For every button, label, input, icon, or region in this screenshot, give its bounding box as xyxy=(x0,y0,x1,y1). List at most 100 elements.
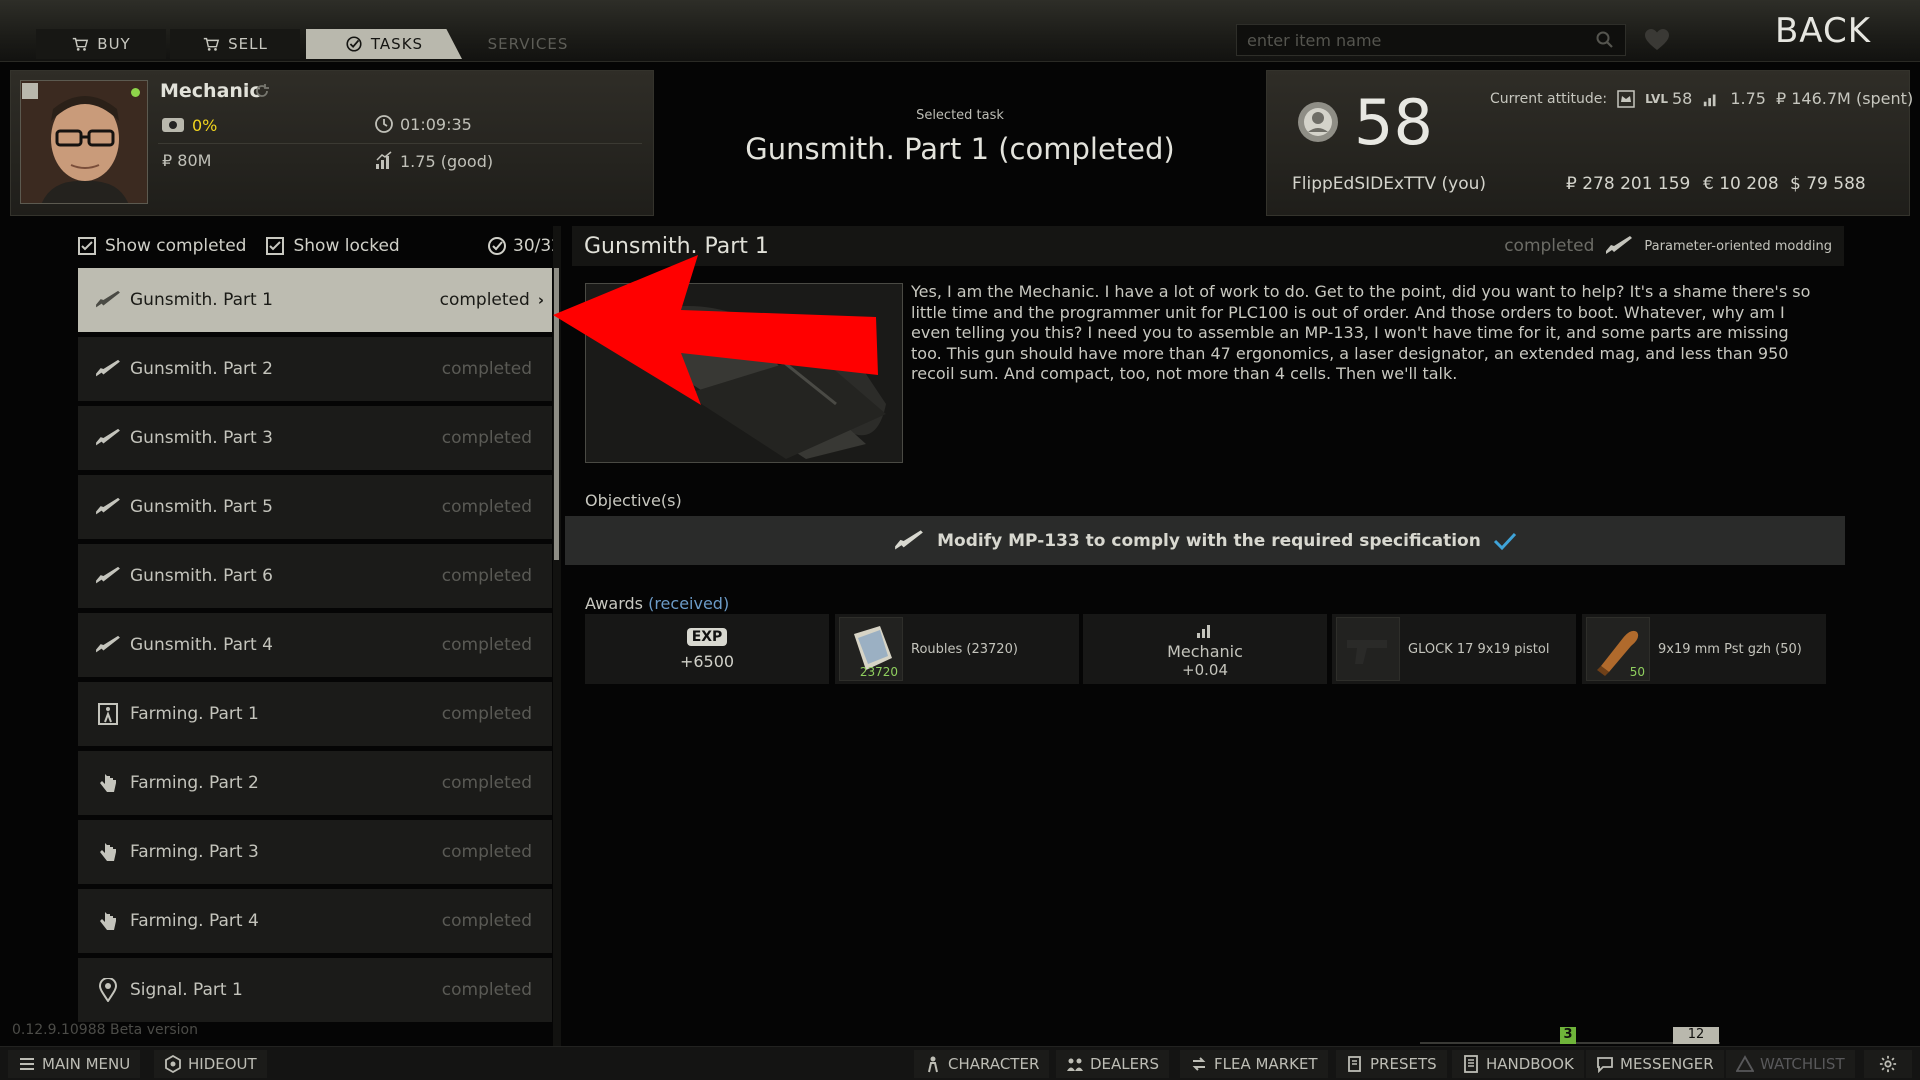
current-attitude: Current attitude: LVL 58 1.75 ₽ 146.7M (s… xyxy=(1490,89,1913,108)
objectives-label: Objective(s) xyxy=(585,491,682,510)
roubles-icon: 23720 xyxy=(839,617,903,681)
show-locked-toggle[interactable]: Show locked xyxy=(266,236,400,256)
divider xyxy=(158,143,642,144)
player-roubles: ₽ 278 201 159 xyxy=(1566,174,1691,194)
rifle-icon xyxy=(94,631,122,659)
nav-character[interactable]: CHARACTER xyxy=(914,1050,1050,1078)
hand-icon xyxy=(94,769,122,797)
tab-buy[interactable]: BUY xyxy=(36,29,166,59)
award-ammo[interactable]: 50 9x19 mm Pst gzh (50) xyxy=(1582,614,1826,684)
task-row-status: completed xyxy=(441,359,532,379)
tab-services[interactable]: SERVICES xyxy=(470,29,586,59)
pistol-icon xyxy=(1336,617,1400,681)
nav-main-menu[interactable]: MAIN MENU xyxy=(8,1050,141,1078)
attitude-label: Current attitude: xyxy=(1490,90,1608,107)
nav-flea-market[interactable]: FLEA MARKET xyxy=(1180,1050,1328,1078)
menu-icon xyxy=(20,1058,34,1070)
show-completed-checkbox[interactable] xyxy=(78,237,96,255)
tab-sell[interactable]: SELL xyxy=(170,29,300,59)
tab-tasks[interactable]: TASKS xyxy=(306,29,462,59)
player-level: 58 xyxy=(1354,86,1433,159)
show-completed-toggle[interactable]: Show completed xyxy=(78,236,246,256)
nav-watchlist-label: WATCHLIST xyxy=(1760,1055,1845,1073)
award-exp-value: +6500 xyxy=(679,651,735,671)
award-roubles[interactable]: 23720 Roubles (23720) xyxy=(835,614,1079,684)
task-row-status: completed xyxy=(439,290,530,310)
award-glock[interactable]: GLOCK 17 9x19 pistol xyxy=(1332,614,1576,684)
chevron-right-icon: › xyxy=(537,291,544,309)
task-row[interactable]: Gunsmith. Part 4 completed xyxy=(78,613,552,677)
map-pin-icon xyxy=(94,976,122,1004)
standing-icon xyxy=(1704,94,1716,106)
objective-row: Modify MP-133 to comply with the require… xyxy=(565,516,1845,565)
task-row[interactable]: Gunsmith. Part 6 completed xyxy=(78,544,552,608)
rifle-icon xyxy=(895,529,924,550)
search-input[interactable] xyxy=(1247,30,1595,50)
task-row-name: Gunsmith. Part 5 xyxy=(130,497,273,517)
task-row[interactable]: Farming. Part 4 completed xyxy=(78,889,552,953)
task-row-name: Farming. Part 4 xyxy=(130,911,259,931)
selected-task-label: Selected task xyxy=(916,108,1004,123)
hand-icon xyxy=(94,907,122,935)
task-row[interactable]: Farming. Part 1 completed xyxy=(78,682,552,746)
task-list: Gunsmith. Part 1 completed › Gunsmith. Part… xyxy=(78,268,552,1044)
rifle-icon xyxy=(94,286,122,314)
character-icon xyxy=(928,1056,938,1073)
task-row[interactable]: Gunsmith. Part 2 completed xyxy=(78,337,552,401)
task-row[interactable]: Signal. Part 1 completed xyxy=(78,958,552,1022)
heart-icon[interactable] xyxy=(1644,28,1670,52)
online-status-dot xyxy=(131,88,140,97)
nav-handbook-label: HANDBOOK xyxy=(1486,1055,1574,1073)
task-row[interactable]: Farming. Part 3 completed xyxy=(78,820,552,884)
award-ammo-qty: 50 xyxy=(1629,665,1645,679)
nav-character-label: CHARACTER xyxy=(948,1055,1040,1073)
trader-standing-value: 1.75 (good) xyxy=(400,151,494,171)
task-row[interactable]: Gunsmith. Part 3 completed xyxy=(78,406,552,470)
ammo-icon: 50 xyxy=(1586,617,1650,681)
rifle-icon xyxy=(94,493,122,521)
nav-presets-label: PRESETS xyxy=(1370,1055,1437,1073)
show-locked-checkbox[interactable] xyxy=(266,237,285,255)
gear-icon xyxy=(1879,1055,1897,1073)
show-completed-label: Show completed xyxy=(105,236,247,256)
notification-badge-green: 3 xyxy=(1560,1027,1576,1044)
checkmark-icon xyxy=(269,241,282,251)
back-button[interactable]: BACK xyxy=(1748,8,1898,54)
nav-dealers-label: DEALERS xyxy=(1090,1055,1160,1073)
exp-icon: EXP xyxy=(686,627,728,646)
task-row-name: Gunsmith. Part 4 xyxy=(130,635,273,655)
nav-hideout-label: HIDEOUT xyxy=(188,1055,257,1073)
cart-icon xyxy=(203,37,220,51)
task-row-name: Farming. Part 2 xyxy=(130,773,259,793)
award-standing-trader: Mechanic xyxy=(1167,641,1243,661)
task-count: 30/32 xyxy=(487,236,562,256)
awards-title: Awards xyxy=(585,594,643,613)
attitude-standing: 1.75 xyxy=(1730,89,1766,108)
task-row[interactable]: Gunsmith. Part 5 completed xyxy=(78,475,552,539)
nav-watchlist[interactable]: WATCHLIST xyxy=(1726,1050,1855,1078)
task-row[interactable]: Farming. Part 2 completed xyxy=(78,751,552,815)
award-standing-value: +0.04 xyxy=(1182,660,1228,679)
search-icon[interactable] xyxy=(1595,30,1615,50)
nav-dealers[interactable]: DEALERS xyxy=(1056,1050,1170,1078)
nav-presets[interactable]: PRESETS xyxy=(1336,1050,1447,1078)
nav-messenger[interactable]: MESSENGER xyxy=(1586,1050,1724,1078)
tab-buy-label: BUY xyxy=(97,35,131,53)
refresh-icon[interactable] xyxy=(254,83,270,99)
trader-standing: 1.75 (good) xyxy=(374,151,493,171)
flea-market-icon xyxy=(1192,1057,1206,1071)
tab-services-label: SERVICES xyxy=(487,35,569,53)
settings-button[interactable] xyxy=(1864,1050,1912,1078)
award-roubles-qty: 23720 xyxy=(859,665,898,679)
mechanic-portrait-image xyxy=(21,81,147,203)
task-row-status: completed xyxy=(441,566,532,586)
player-dollars: $ 79 588 xyxy=(1790,174,1866,194)
check-circle-icon xyxy=(346,36,362,52)
nav-hideout[interactable]: HIDEOUT xyxy=(154,1050,267,1078)
nav-handbook[interactable]: HANDBOOK xyxy=(1452,1050,1584,1078)
task-row[interactable]: Gunsmith. Part 1 completed › xyxy=(78,268,552,332)
item-search xyxy=(1236,24,1626,56)
task-list-filters: Show completed Show locked 30/32 xyxy=(78,226,562,266)
rifle-icon xyxy=(94,424,122,452)
check-circle-icon xyxy=(488,237,506,255)
